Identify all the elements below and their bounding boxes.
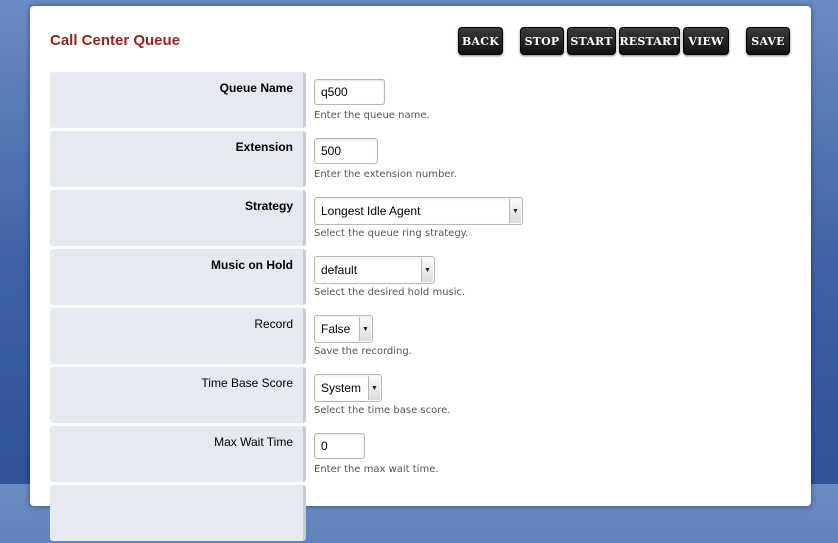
max-wait-time-label: Max Wait Time — [214, 435, 293, 449]
record-row: Record False ▼ Save the recording. — [50, 307, 790, 367]
queue-name-description: Enter the queue name. — [314, 110, 430, 121]
chevron-down-icon[interactable]: ▼ — [359, 317, 371, 341]
restart-button[interactable]: RESTART — [619, 27, 680, 55]
record-field-cell: False ▼ Save the recording. — [308, 308, 790, 367]
view-button[interactable]: VIEW — [683, 27, 729, 55]
chevron-down-icon[interactable]: ▼ — [368, 376, 380, 400]
next-row-label-cell — [50, 485, 306, 541]
queue-name-row: Queue Name Enter the queue name. — [50, 72, 790, 131]
queue-name-field-cell: Enter the queue name. — [308, 72, 790, 131]
record-label: Record — [254, 317, 293, 331]
strategy-label-cell: Strategy — [50, 190, 306, 246]
page-title: Call Center Queue — [50, 32, 181, 49]
music-on-hold-label-cell: Music on Hold — [50, 249, 306, 305]
max-wait-time-description: Enter the max wait time. — [314, 464, 439, 475]
max-wait-time-label-cell: Max Wait Time — [50, 426, 306, 482]
time-base-score-select[interactable]: System ▼ — [314, 374, 382, 402]
music-on-hold-field-cell: default ▼ Select the desired hold music. — [308, 249, 790, 308]
music-on-hold-label: Music on Hold — [211, 258, 293, 272]
extension-row: Extension Enter the extension number. — [50, 130, 790, 190]
extension-input[interactable] — [314, 138, 378, 164]
chevron-down-icon[interactable]: ▼ — [421, 258, 433, 282]
main-panel: Call Center Queue BACK STOP START RESTAR… — [30, 6, 811, 541]
extension-field-cell: Enter the extension number. — [308, 131, 790, 190]
max-wait-time-field-cell: Enter the max wait time. — [308, 426, 790, 485]
music-on-hold-description: Select the desired hold music. — [314, 287, 466, 298]
extension-label-cell: Extension — [50, 131, 306, 187]
start-button[interactable]: START — [567, 27, 616, 55]
music-on-hold-row: Music on Hold default ▼ Select the desir… — [50, 248, 790, 308]
record-select[interactable]: False ▼ — [314, 315, 373, 343]
queue-name-label: Queue Name — [219, 81, 293, 95]
strategy-selected-value: Longest Idle Agent — [321, 204, 421, 218]
strategy-select[interactable]: Longest Idle Agent ▼ — [314, 197, 523, 225]
strategy-row: Strategy Longest Idle Agent ▼ Select the… — [50, 189, 790, 249]
strategy-description: Select the queue ring strategy. — [314, 228, 469, 239]
queue-name-label-cell: Queue Name — [50, 72, 306, 128]
queue-name-input[interactable] — [314, 79, 385, 105]
settings-form: Queue Name Enter the queue name. Extensi… — [50, 72, 790, 543]
extension-description: Enter the extension number. — [314, 169, 457, 180]
record-selected-value: False — [321, 322, 351, 336]
time-base-score-label-cell: Time Base Score — [50, 367, 306, 423]
chevron-down-icon[interactable]: ▼ — [509, 199, 521, 223]
music-on-hold-select[interactable]: default ▼ — [314, 256, 435, 284]
time-base-score-description: Select the time base score. — [314, 405, 451, 416]
next-row-partial — [50, 484, 790, 543]
max-wait-time-row: Max Wait Time Enter the max wait time. — [50, 425, 790, 485]
time-base-score-selected-value: System — [321, 381, 362, 395]
strategy-label: Strategy — [244, 199, 293, 213]
extension-label: Extension — [235, 140, 293, 154]
stop-button[interactable]: STOP — [520, 27, 564, 55]
back-button[interactable]: BACK — [458, 27, 503, 55]
time-base-score-row: Time Base Score System ▼ Select the time… — [50, 366, 790, 426]
time-base-score-label: Time Base Score — [201, 376, 293, 390]
record-description: Save the recording. — [314, 346, 412, 357]
strategy-field-cell: Longest Idle Agent ▼ Select the queue ri… — [308, 190, 790, 249]
save-button[interactable]: SAVE — [746, 27, 790, 55]
max-wait-time-input[interactable] — [314, 433, 365, 459]
record-label-cell: Record — [50, 308, 306, 364]
music-on-hold-selected-value: default — [321, 263, 358, 277]
time-base-score-field-cell: System ▼ Select the time base score. — [308, 367, 790, 426]
